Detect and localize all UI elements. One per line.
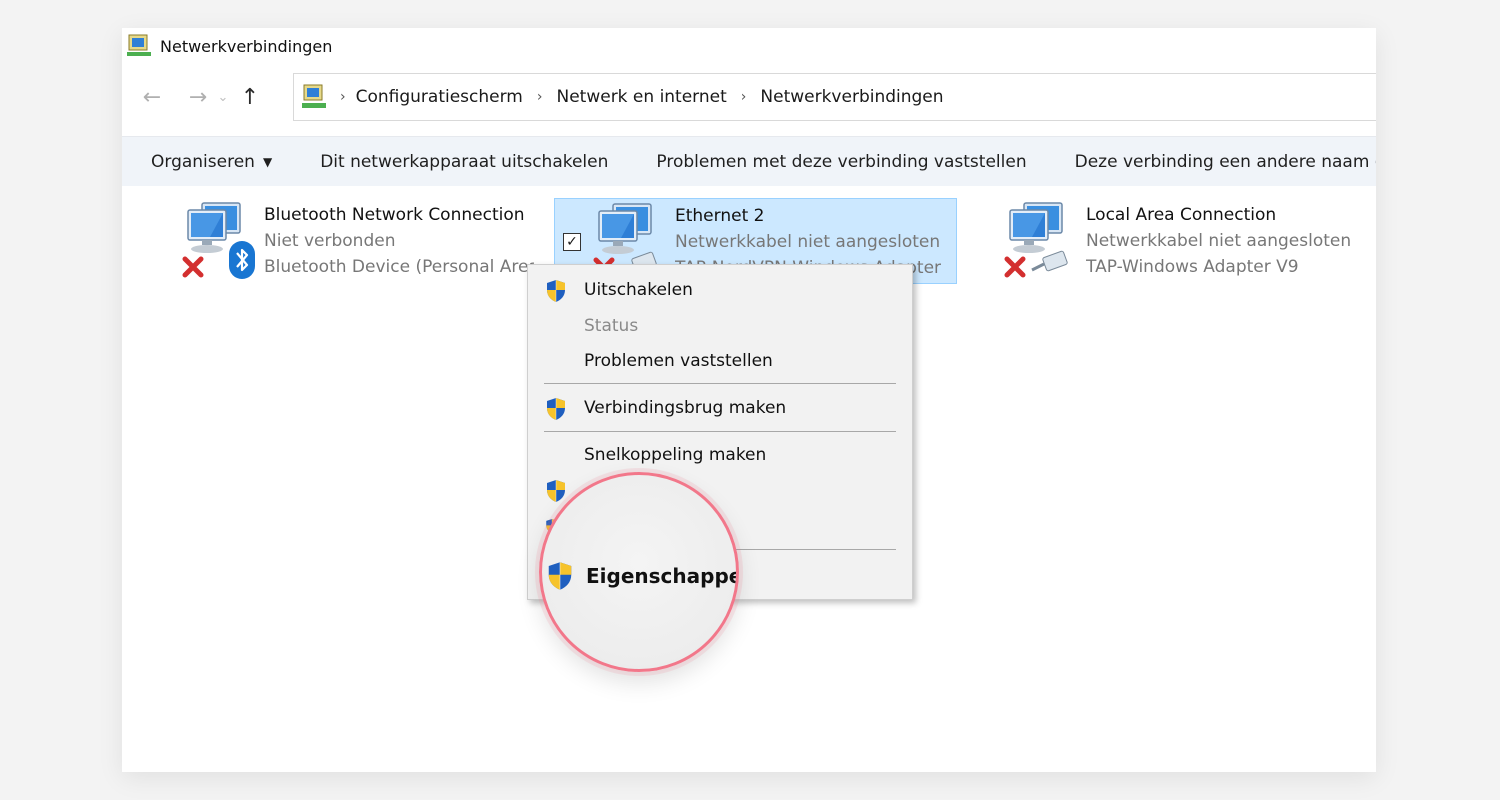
network-connections-app-icon bbox=[127, 34, 151, 56]
breadcrumb-separator-icon[interactable]: › bbox=[741, 89, 747, 105]
address-bar[interactable]: › Configuratiescherm › Netwerk en intern… bbox=[293, 73, 1376, 121]
uac-shield-icon bbox=[546, 561, 574, 591]
breadcrumb-separator-icon[interactable]: › bbox=[537, 89, 543, 105]
menu-item-label: Snelkoppeling maken bbox=[584, 445, 767, 465]
menu-item-bridge[interactable]: Verbindingsbrug maken bbox=[528, 391, 912, 425]
menu-item-shortcut[interactable]: Snelkoppeling maken bbox=[528, 438, 912, 472]
network-connections-window: Netwerkverbindingen ← → ⌄ ↑ › Configurat… bbox=[122, 28, 1376, 772]
connection-name: Local Area Connection bbox=[1086, 205, 1277, 225]
connection-name: Bluetooth Network Connection bbox=[264, 205, 525, 225]
breadcrumb-control-panel[interactable]: Configuratiescherm bbox=[356, 87, 523, 107]
window-title: Netwerkverbindingen bbox=[160, 36, 333, 56]
caret-down-icon: ▼ bbox=[262, 154, 273, 169]
disable-device-button[interactable]: Dit netwerkapparaat uitschakelen bbox=[320, 152, 608, 172]
network-cable-icon bbox=[1031, 250, 1068, 272]
menu-item-status: Status bbox=[528, 309, 912, 343]
rename-connection-button[interactable]: Deze verbinding een andere naam geven bbox=[1075, 152, 1376, 172]
breadcrumb-separator-icon[interactable]: › bbox=[340, 89, 346, 105]
up-arrow-icon[interactable]: ↑ bbox=[234, 81, 266, 113]
connection-device: Bluetooth Device (Personal Area Network) bbox=[264, 257, 534, 277]
magnifier-callout: Eigenschappen bbox=[539, 472, 739, 672]
disconnected-x-icon bbox=[1004, 256, 1026, 278]
breadcrumb-network-internet[interactable]: Netwerk en internet bbox=[556, 87, 726, 107]
properties-menu-label[interactable]: Eigenschappen bbox=[586, 564, 736, 588]
uac-shield-icon bbox=[545, 479, 567, 503]
connection-status: Netwerkkabel niet aangesloten bbox=[675, 232, 941, 252]
uac-shield-icon bbox=[545, 279, 567, 303]
menu-item-label: Verbindingsbrug maken bbox=[584, 398, 787, 418]
connection-texts: Bluetooth Network Connection Niet verbon… bbox=[264, 198, 534, 284]
command-bar: Organiseren ▼ Dit netwerkapparaat uitsch… bbox=[122, 136, 1376, 186]
menu-item-label: Status bbox=[584, 316, 639, 336]
menu-item-label: Problemen vaststellen bbox=[584, 351, 773, 371]
connection-name: Ethernet 2 bbox=[675, 206, 765, 226]
organize-button[interactable]: Organiseren ▼ bbox=[151, 152, 272, 172]
connection-item-local-area[interactable]: Local Area Connection Netwerkkabel niet … bbox=[1000, 198, 1370, 284]
forward-arrow-icon[interactable]: → bbox=[182, 81, 214, 113]
network-adapter-icon bbox=[1000, 198, 1086, 284]
breadcrumb-network-connections[interactable]: Netwerkverbindingen bbox=[760, 87, 943, 107]
title-bar: Netwerkverbindingen bbox=[122, 28, 1376, 64]
network-adapter-icon bbox=[178, 198, 264, 284]
control-panel-icon bbox=[302, 84, 326, 108]
menu-item-label: Uitschakelen bbox=[584, 280, 693, 300]
menu-divider bbox=[544, 383, 896, 384]
menu-item-disable[interactable]: Uitschakelen bbox=[528, 273, 912, 307]
connection-status: Netwerkkabel niet aangesloten bbox=[1086, 231, 1352, 251]
organize-label: Organiseren bbox=[151, 151, 255, 172]
back-arrow-icon[interactable]: ← bbox=[136, 81, 168, 113]
navigation-bar: ← → ⌄ ↑ › Configuratiescherm › Netwerk e… bbox=[122, 72, 1376, 122]
selection-checkbox[interactable]: ✓ bbox=[563, 233, 581, 251]
recent-locations-chevron-icon[interactable]: ⌄ bbox=[214, 81, 232, 113]
menu-divider bbox=[544, 431, 896, 432]
bluetooth-icon bbox=[229, 241, 255, 279]
connection-status: Niet verbonden bbox=[264, 231, 396, 251]
diagnose-connection-button[interactable]: Problemen met deze verbinding vaststelle… bbox=[656, 152, 1026, 172]
menu-item-diagnose[interactable]: Problemen vaststellen bbox=[528, 344, 912, 378]
connection-item-bluetooth[interactable]: Bluetooth Network Connection Niet verbon… bbox=[178, 198, 538, 284]
connection-texts: Local Area Connection Netwerkkabel niet … bbox=[1086, 198, 1366, 284]
disconnected-x-icon bbox=[182, 256, 204, 278]
uac-shield-icon bbox=[545, 397, 567, 421]
connection-device: TAP-Windows Adapter V9 bbox=[1086, 257, 1299, 277]
